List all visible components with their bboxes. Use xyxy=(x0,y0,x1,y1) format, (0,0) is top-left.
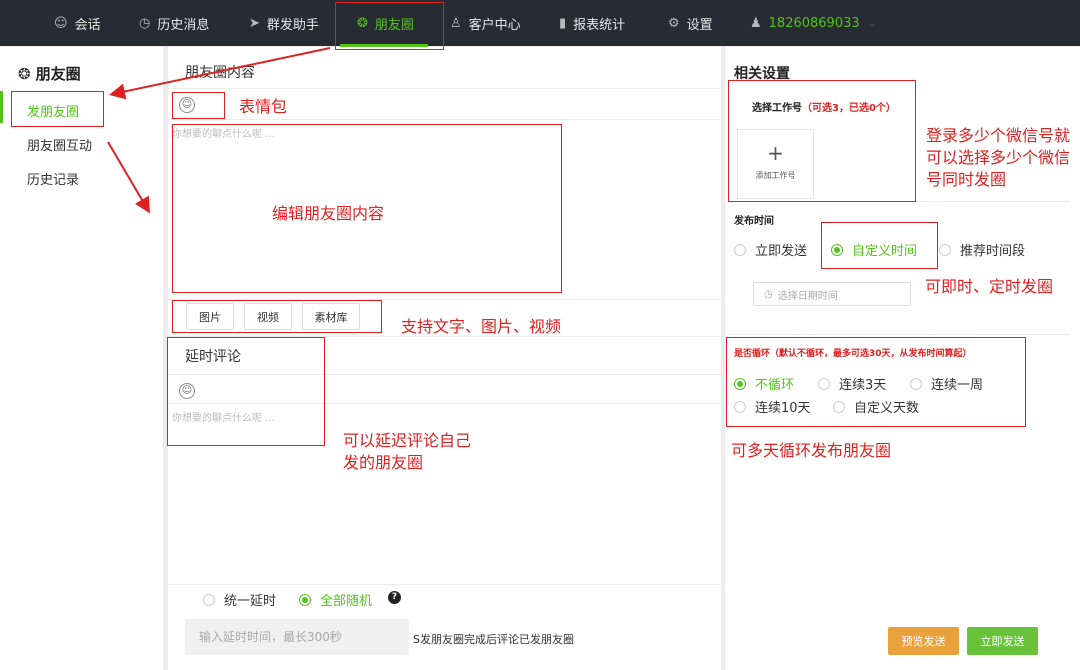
clock-icon: ◷ xyxy=(139,15,151,31)
publish-time-label: 发布时间 xyxy=(734,216,774,227)
annotation-emoji: 表情包 xyxy=(239,97,288,116)
radio-checked-icon xyxy=(831,243,843,256)
delay-suffix-text: S发朋友圈完成后评论已发朋友圈 xyxy=(413,633,574,646)
gear-icon: ⚙ xyxy=(668,15,680,31)
post-editor-panel: 朋友圈内容 ☺ 你想要的聊点什么呢 ... 图片 视频 素材库 延时评论 ☺ 你… xyxy=(168,47,721,670)
image-button[interactable]: 图片 xyxy=(186,303,234,330)
nav-item-chat[interactable]: ☺ 会话 xyxy=(54,0,101,46)
loop-10-days[interactable]: 连续10天 xyxy=(734,397,811,416)
aperture-icon: ❂ xyxy=(357,15,368,31)
date-time-picker[interactable]: ◷ 选择日期时间 xyxy=(753,282,911,306)
publish-recommended[interactable]: 推荐时间段 xyxy=(939,240,1025,259)
plus-icon: + xyxy=(767,141,784,165)
nav-item-history[interactable]: ◷ 历史消息 xyxy=(139,0,209,46)
account-select-hint: （可选3，已选0个） xyxy=(802,103,896,114)
content-title: 朋友圈内容 xyxy=(185,65,255,81)
radio-icon xyxy=(910,377,922,390)
annotation-edit: 编辑朋友圈内容 xyxy=(272,204,385,223)
publish-immediate[interactable]: 立即发送 xyxy=(734,240,807,259)
emoji-icon[interactable]: ☺ xyxy=(179,97,195,113)
sidebar-item-post-moment[interactable]: 发朋友圈 xyxy=(27,101,79,120)
delay-comment-title: 延时评论 xyxy=(185,349,241,365)
phone-number: 18260869033 xyxy=(768,15,860,31)
sidebar-item-history[interactable]: 历史记录 xyxy=(27,169,79,188)
radio-icon xyxy=(939,243,951,256)
nav-item-broadcast[interactable]: ➤ 群发助手 xyxy=(249,0,319,46)
divider xyxy=(725,201,1070,202)
divider xyxy=(168,584,721,585)
account-menu[interactable]: ♟ 18260869033 ⌄ xyxy=(750,0,878,46)
radio-icon xyxy=(734,243,746,256)
divider xyxy=(168,299,721,300)
add-account-label: 添加工作号 xyxy=(755,171,796,180)
radio-icon xyxy=(203,593,215,606)
nav-item-settings[interactable]: ⚙ 设置 xyxy=(668,0,713,46)
chat-bubble-icon: ☺ xyxy=(54,15,68,31)
sidebar-active-indicator xyxy=(0,91,3,123)
loop-label: 是否循环（默认不循环，最多可选30天，从发布时间算起） xyxy=(734,349,972,359)
video-button[interactable]: 视频 xyxy=(244,303,292,330)
divider xyxy=(168,119,721,120)
loop-none[interactable]: 不循环 xyxy=(734,374,794,393)
delay-seconds-input[interactable] xyxy=(185,619,409,655)
delay-mode-random[interactable]: 全部随机 xyxy=(299,590,372,609)
emoji-icon[interactable]: ☺ xyxy=(179,383,195,399)
radio-icon xyxy=(818,377,830,390)
divider xyxy=(725,334,1070,335)
divider xyxy=(168,374,721,375)
help-icon[interactable]: ? xyxy=(388,591,401,604)
divider xyxy=(168,403,721,404)
account-select-label: 选择工作号（可选3，已选0个） xyxy=(752,103,896,114)
send-now-button[interactable]: 立即发送 xyxy=(967,627,1038,655)
sidebar: ❂ 朋友圈 发朋友圈 朋友圈互动 历史记录 xyxy=(0,47,163,670)
material-library-button[interactable]: 素材库 xyxy=(302,303,360,330)
nav-item-moments[interactable]: ❂ 朋友圈 xyxy=(357,0,414,46)
nav-item-reports[interactable]: ▮ 报表统计 xyxy=(559,0,625,46)
user-icon: ♟ xyxy=(750,15,762,31)
bar-chart-icon: ▮ xyxy=(559,15,567,31)
annotation-accounts: 登录多少个微信号就可以选择多少个微信号同时发圈 xyxy=(926,126,1071,189)
annotation-media: 支持文字、图片、视频 xyxy=(401,317,562,336)
loop-custom-days[interactable]: 自定义天数 xyxy=(833,397,919,416)
delay-comment-textarea[interactable]: 你想要的聊点什么呢 ... xyxy=(172,409,275,424)
chevron-down-icon: ⌄ xyxy=(866,15,878,31)
publish-custom-time[interactable]: 自定义时间 xyxy=(831,240,917,259)
preview-send-button[interactable]: 预览发送 xyxy=(888,627,959,655)
loop-3-days[interactable]: 连续3天 xyxy=(818,374,886,393)
sidebar-title: ❂ 朋友圈 xyxy=(18,64,81,84)
content-textarea[interactable]: 你想要的聊点什么呢 ... xyxy=(172,125,275,140)
loop-one-week[interactable]: 连续一周 xyxy=(910,374,983,393)
annotation-timing: 可即时、定时发圈 xyxy=(925,277,1054,296)
delay-mode-uniform[interactable]: 统一延时 xyxy=(203,590,276,609)
annotation-loop: 可多天循环发布朋友圈 xyxy=(731,441,892,460)
add-account-button[interactable]: + 添加工作号 xyxy=(737,129,814,199)
radio-icon xyxy=(833,400,845,413)
settings-title: 相关设置 xyxy=(734,66,790,82)
sidebar-item-interactions[interactable]: 朋友圈互动 xyxy=(27,135,92,154)
nav-item-customers[interactable]: ♙ 客户中心 xyxy=(450,0,521,46)
user-icon: ♙ xyxy=(450,15,462,31)
divider xyxy=(168,88,721,89)
clock-icon: ◷ xyxy=(764,288,773,300)
top-nav: ☺ 会话 ◷ 历史消息 ➤ 群发助手 ❂ 朋友圈 ♙ 客户中心 ▮ 报表统计 ⚙… xyxy=(0,0,1080,47)
radio-checked-icon xyxy=(734,377,746,390)
radio-icon xyxy=(734,400,746,413)
annotation-delay: 可以延迟评论自己发的朋友圈 xyxy=(343,431,472,472)
aperture-icon: ❂ xyxy=(18,64,31,83)
radio-checked-icon xyxy=(299,593,311,606)
paper-plane-icon: ➤ xyxy=(249,15,260,31)
